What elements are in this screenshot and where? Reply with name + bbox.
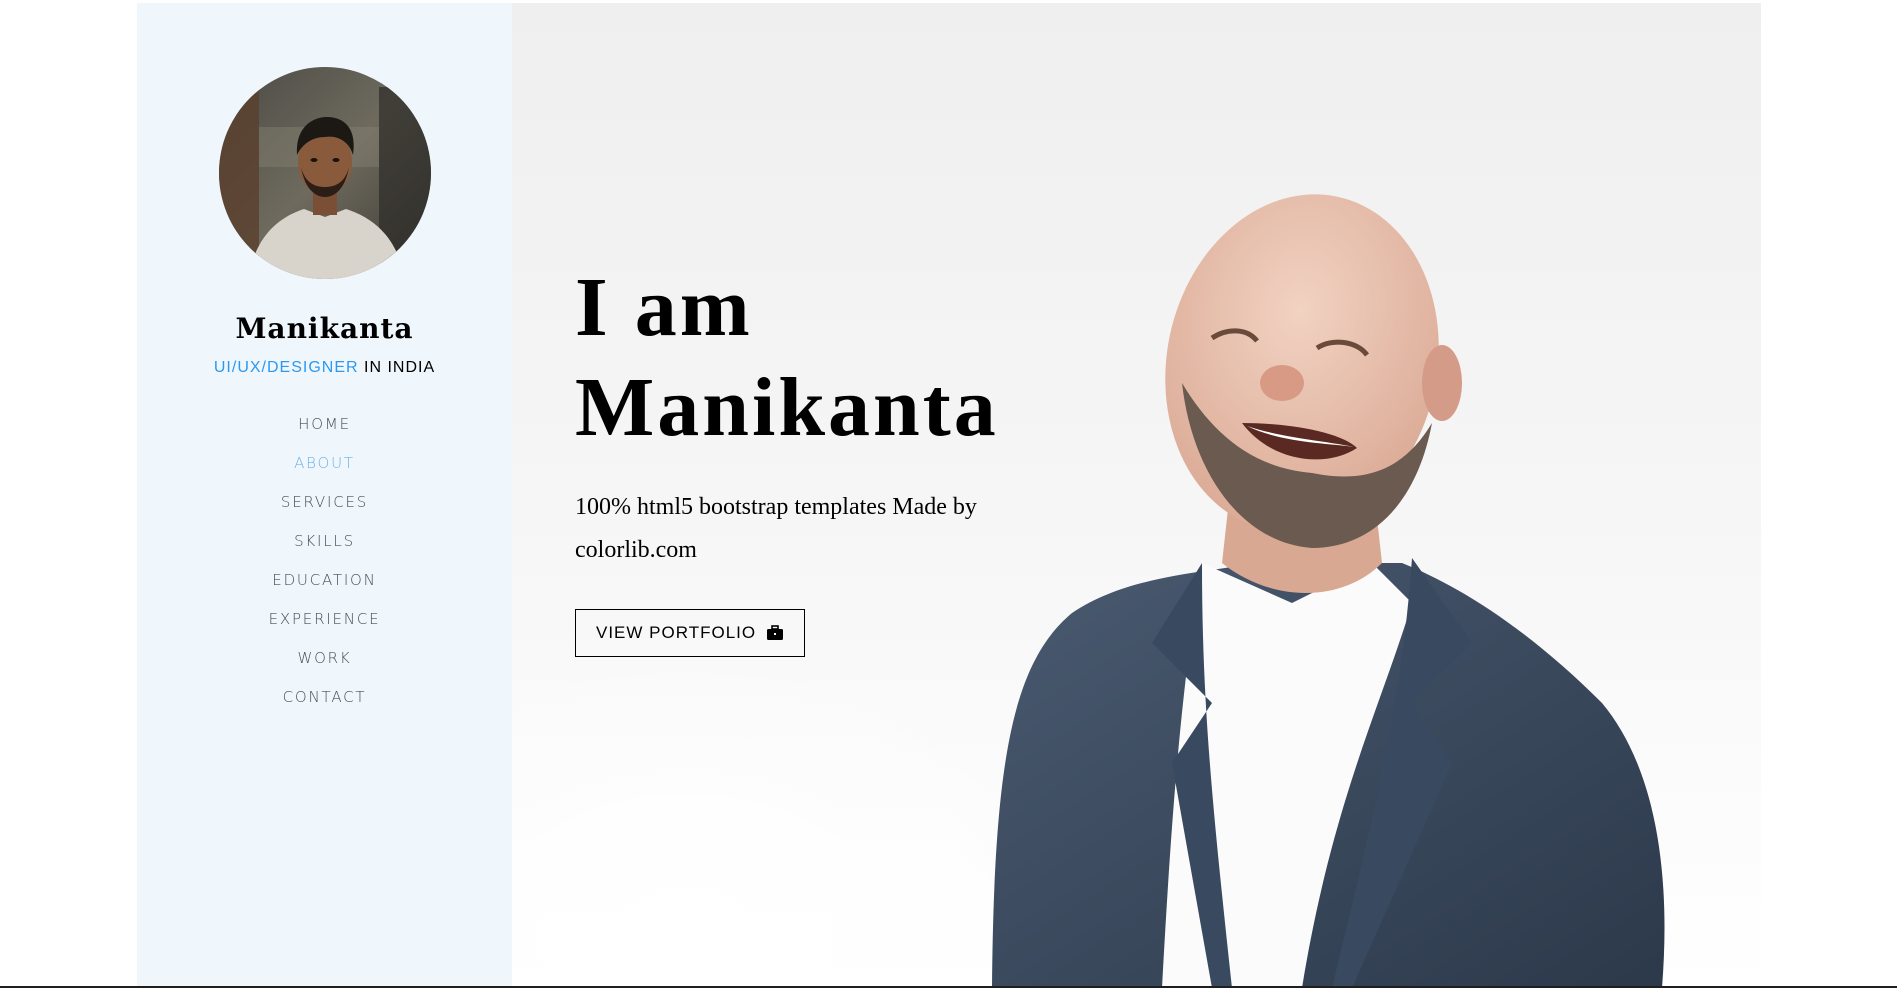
hero-title-line-2: Manikanta xyxy=(575,361,999,454)
hero-section: I am Manikanta 100% html5 bootstrap temp… xyxy=(512,3,1761,988)
sidebar: Manikanta UI/UX/DESIGNER IN INDIA HOME A… xyxy=(137,3,512,988)
sidebar-nav: HOME ABOUT SERVICES SKILLS EDUCATION EXP… xyxy=(269,405,381,717)
nav-item-services[interactable]: SERVICES xyxy=(281,483,368,522)
hero-text: I am Manikanta 100% html5 bootstrap temp… xyxy=(575,258,1055,657)
page: Manikanta UI/UX/DESIGNER IN INDIA HOME A… xyxy=(137,3,1761,988)
profile-role-accent: UI/UX/DESIGNER xyxy=(213,359,359,376)
nav-item-contact[interactable]: CONTACT xyxy=(283,678,367,717)
nav-item-skills[interactable]: SKILLS xyxy=(294,522,355,561)
nav-item-experience[interactable]: EXPERIENCE xyxy=(269,600,381,639)
nav-item-education[interactable]: EDUCATION xyxy=(272,561,376,600)
avatar xyxy=(218,67,431,279)
profile-name: Manikanta xyxy=(235,312,414,345)
nav-item-about[interactable]: ABOUT xyxy=(294,444,355,483)
hero-title: I am Manikanta xyxy=(575,258,1055,458)
briefcase-icon xyxy=(766,625,784,641)
nav-item-home[interactable]: HOME xyxy=(298,405,351,444)
hero-title-line-1: I am xyxy=(575,261,753,354)
hero-subtitle: 100% html5 bootstrap templates Made by c… xyxy=(575,494,977,563)
avatar-photo xyxy=(218,67,431,279)
view-portfolio-button[interactable]: VIEW PORTFOLIO xyxy=(575,609,806,657)
profile-role-location: IN INDIA xyxy=(358,359,436,376)
profile-role: UI/UX/DESIGNER IN INDIA xyxy=(214,359,435,377)
nav-item-work[interactable]: WORK xyxy=(297,639,351,678)
view-portfolio-label: VIEW PORTFOLIO xyxy=(596,623,757,642)
